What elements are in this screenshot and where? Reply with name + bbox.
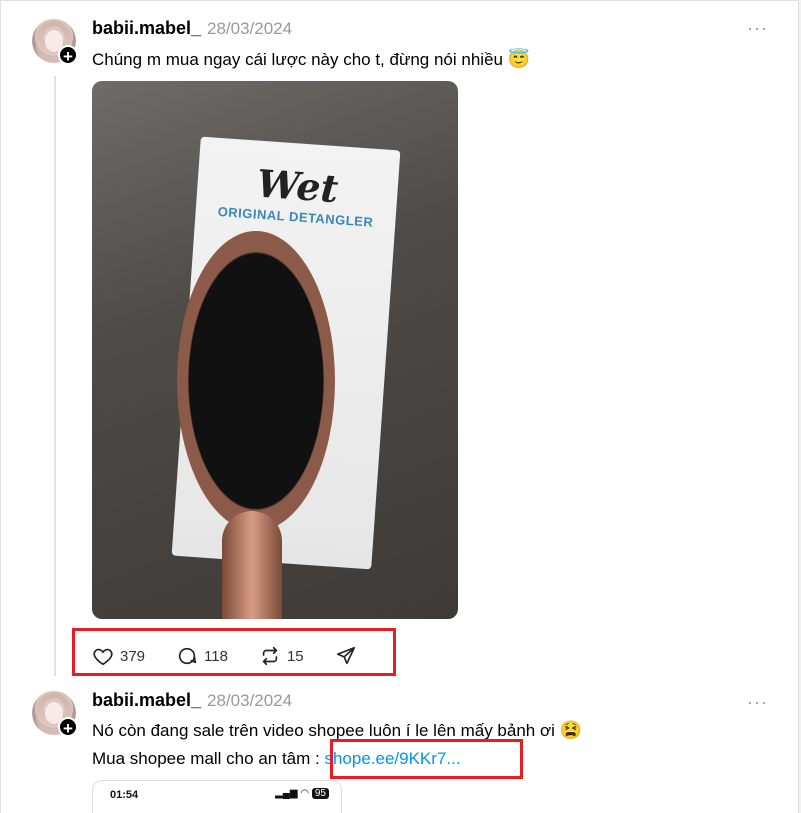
post-date: 28/03/2024 (207, 19, 293, 38)
post-text-body: Mua shopee mall cho an tâm : (92, 749, 320, 768)
highlight-box-link (330, 739, 523, 779)
post-text-line-1: Nó còn đang sale trên video shopee luôn … (92, 720, 582, 741)
post-text-body: Nó còn đang sale trên video shopee luôn … (92, 721, 555, 740)
thread-card: + babii.mabel_ 28/03/2024 ··· Chúng m mu… (0, 0, 799, 813)
brush-handle (222, 511, 282, 619)
preview-status-bar: ▂▄▆ ◠ 95 (275, 788, 329, 799)
battery-level: 95 (311, 788, 329, 799)
post-date: 28/03/2024 (207, 691, 293, 710)
follow-plus-icon[interactable]: + (58, 45, 78, 66)
more-options-icon[interactable]: ··· (747, 19, 768, 37)
thread-line (54, 76, 56, 676)
brush-head (177, 231, 335, 531)
username[interactable]: babii.mabel_ (92, 690, 201, 711)
follow-plus-icon[interactable]: + (58, 717, 78, 738)
signal-icon: ▂▄▆ (275, 788, 298, 799)
username[interactable]: babii.mabel_ (92, 18, 201, 39)
post-text-body: Chúng m mua ngay cái lược này cho t, đừn… (92, 50, 503, 69)
highlight-box-actions (72, 628, 396, 676)
post-text: Chúng m mua ngay cái lược này cho t, đừn… (92, 49, 530, 70)
preview-time: 01:54 (110, 789, 139, 801)
wifi-icon: ◠ (300, 788, 310, 799)
more-options-icon[interactable]: ··· (747, 693, 768, 711)
video-preview[interactable]: 01:54 ▂▄▆ ◠ 95 (92, 780, 342, 813)
smiling-halo-emoji: 😇 (507, 49, 531, 69)
post-image[interactable]: Wet ORIGINAL DETANGLER (92, 81, 458, 619)
tired-face-emoji: 😫 (559, 720, 583, 740)
